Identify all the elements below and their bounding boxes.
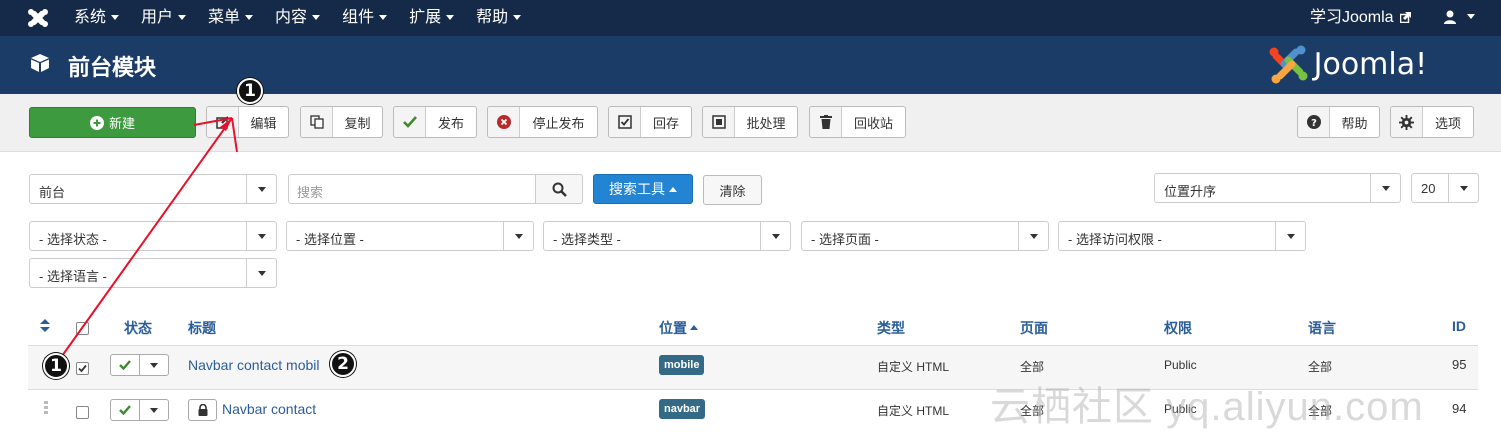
annotation-arrows [61, 117, 238, 357]
annotation-arrow [61, 117, 233, 357]
annotation-arrow [231, 117, 238, 153]
annotation-marker-2: 2 [330, 351, 356, 377]
annotation-marker-1: 1 [43, 353, 69, 379]
annotation-marker-1: 1 [237, 78, 263, 104]
